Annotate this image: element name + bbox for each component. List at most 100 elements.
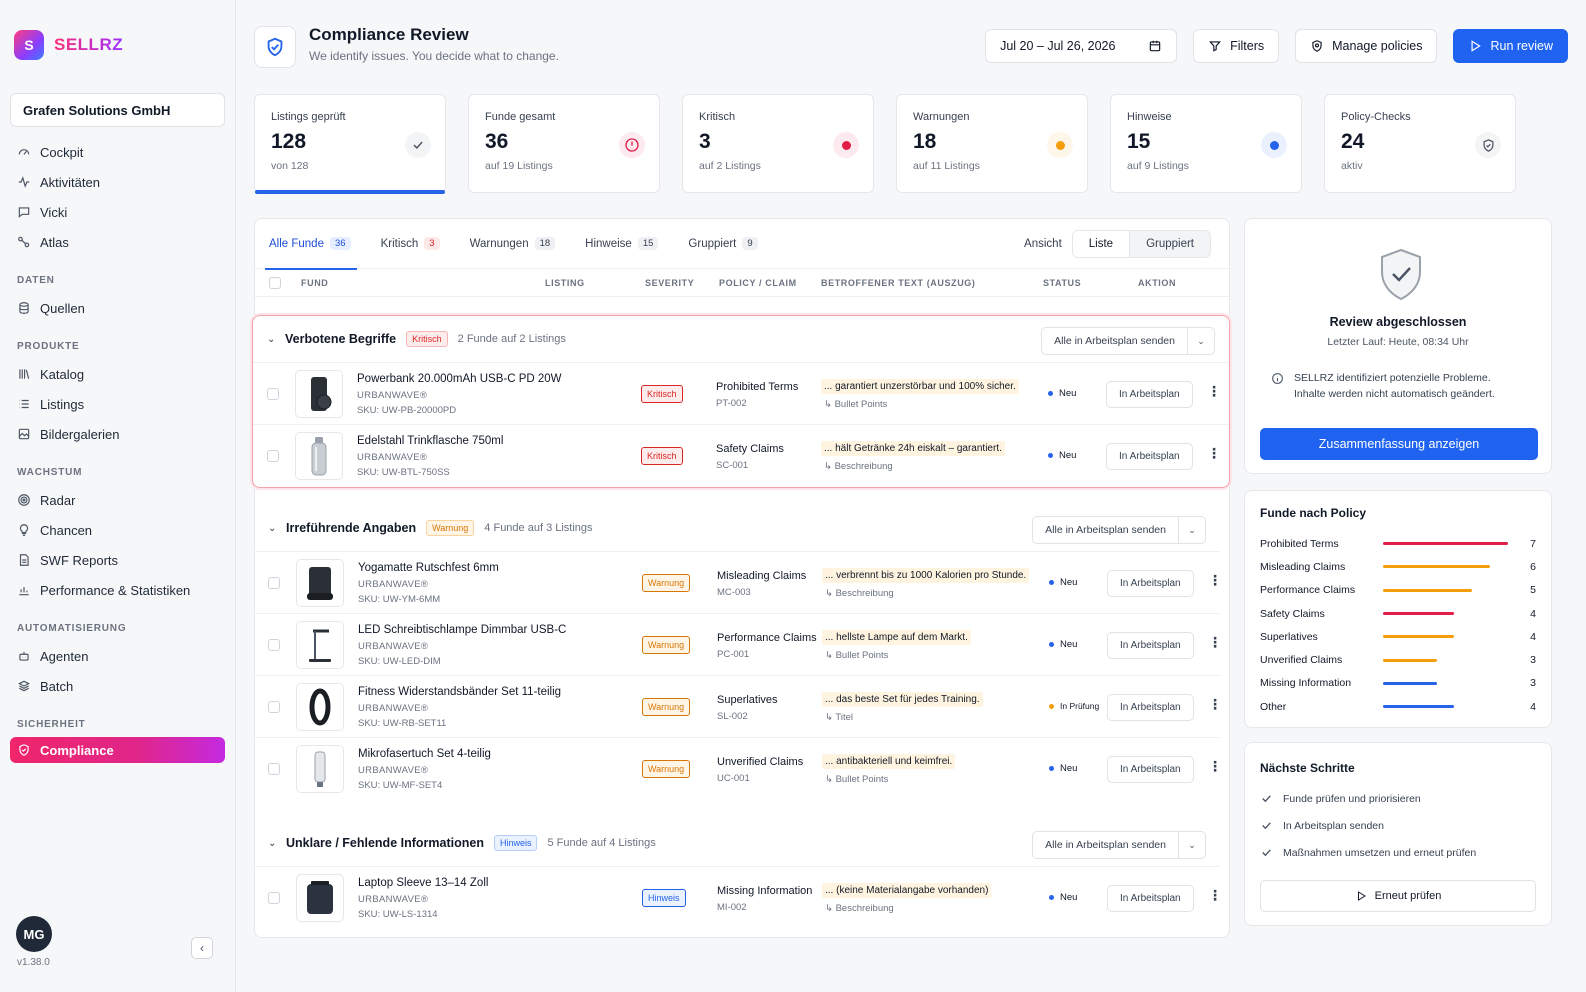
brand[interactable]: S SELLRZ (10, 25, 225, 65)
avatar[interactable]: MG (16, 916, 52, 952)
chevron-down-icon[interactable]: ⌄ (268, 523, 282, 534)
sidebar-item-radar[interactable]: Radar (10, 485, 225, 515)
send-to-plan-button[interactable]: In Arbeitsplan (1107, 694, 1194, 721)
tab-kritisch[interactable]: Kritisch 3 (381, 219, 440, 269)
send-all-to-plan-button[interactable]: Alle in Arbeitsplan senden ⌄ (1041, 327, 1215, 355)
send-to-plan-button[interactable]: In Arbeitsplan (1106, 381, 1193, 408)
review-info-line: SELLRZ identifiziert potenzielle Problem… (1294, 372, 1491, 384)
product-name[interactable]: LED Schreibtischlampe Dimmbar USB-C (358, 624, 566, 636)
product-name[interactable]: Mikrofasertuch Set 4-teilig (358, 748, 491, 760)
tab-alle-funde[interactable]: Alle Funde 36 (265, 219, 357, 270)
show-summary-button[interactable]: Zusammenfassung anzeigen (1260, 428, 1538, 460)
send-to-plan-button[interactable]: In Arbeitsplan (1107, 756, 1194, 783)
row-checkbox[interactable] (268, 701, 280, 713)
sidebar-item-label: Quellen (40, 300, 85, 316)
chevron-down-icon[interactable]: ⌄ (1179, 525, 1205, 536)
kpi-card-kritisch[interactable]: Kritisch 3 auf 2 Listings (682, 94, 874, 193)
sidebar-item-compliance[interactable]: Compliance (10, 737, 225, 763)
product-name[interactable]: Laptop Sleeve 13–14 Zoll (358, 877, 488, 889)
finding-row[interactable]: Powerbank 20.000mAh USB-C PD 20W URBANWAV… (253, 363, 1229, 425)
manage-policies-label: Manage policies (1332, 39, 1423, 53)
policy-bar-row[interactable]: Misleading Claims 6 (1260, 555, 1536, 578)
finding-row[interactable]: Fitness Widerstandsbänder Set 11-teilig U… (254, 676, 1222, 738)
chevron-down-icon[interactable]: ⌄ (1188, 336, 1214, 347)
chevron-down-icon[interactable]: ⌄ (267, 334, 281, 345)
policy-bar-row[interactable]: Missing Information 3 (1260, 672, 1536, 695)
product-name[interactable]: Fitness Widerstandsbänder Set 11-teilig (358, 686, 561, 698)
tab-warnungen[interactable]: Warnungen 18 (470, 219, 556, 269)
sidebar-item-katalog[interactable]: Katalog (10, 359, 225, 389)
row-checkbox[interactable] (267, 388, 279, 400)
row-checkbox[interactable] (268, 892, 280, 904)
main-content: Compliance Review We identify issues. Yo… (236, 0, 1586, 992)
policy-bar-row[interactable]: Other 4 (1260, 695, 1536, 718)
finding-row[interactable]: Edelstahl Trinkflasche 750ml URBANWAVE® SK… (253, 425, 1229, 487)
product-name[interactable]: Edelstahl Trinkflasche 750ml (357, 435, 503, 447)
kpi-card-listings-geprüft[interactable]: Listings geprüft 128 von 128 (254, 94, 446, 194)
send-to-plan-button[interactable]: In Arbeitsplan (1107, 632, 1194, 659)
more-vertical-icon[interactable]: ⋮ (1207, 384, 1221, 398)
view-option-gruppiert[interactable]: Gruppiert (1130, 231, 1210, 257)
view-option-liste[interactable]: Liste (1072, 231, 1131, 257)
policy-bar-row[interactable]: Unverified Claims 3 (1260, 648, 1536, 671)
rerun-review-button[interactable]: Erneut prüfen (1260, 880, 1536, 912)
org-switcher[interactable]: Grafen Solutions GmbH (10, 93, 225, 127)
more-vertical-icon[interactable]: ⋮ (1208, 759, 1222, 773)
row-checkbox[interactable] (268, 639, 280, 651)
tab-hinweise[interactable]: Hinweise 15 (585, 219, 659, 269)
tab-gruppiert[interactable]: Gruppiert 9 (688, 219, 758, 269)
policy-bar-row[interactable]: Performance Claims 5 (1260, 579, 1536, 602)
send-to-plan-button[interactable]: In Arbeitsplan (1107, 570, 1194, 597)
row-checkbox[interactable] (268, 577, 280, 589)
manage-policies-button[interactable]: Manage policies (1295, 29, 1438, 63)
sidebar-item-performance-statistiken[interactable]: Performance & Statistiken (10, 575, 225, 605)
sidebar-item-atlas[interactable]: Atlas (10, 227, 225, 257)
row-checkbox[interactable] (267, 450, 279, 462)
more-vertical-icon[interactable]: ⋮ (1208, 573, 1222, 587)
sidebar-item-agenten[interactable]: Agenten (10, 641, 225, 671)
group-header[interactable]: ⌄ Unklare / Fehlende Informationen Hinweis… (254, 820, 1220, 867)
more-vertical-icon[interactable]: ⋮ (1208, 888, 1222, 902)
send-to-plan-button[interactable]: In Arbeitsplan (1106, 443, 1193, 470)
sidebar-item-bildergalerien[interactable]: Bildergalerien (10, 419, 225, 449)
collapse-sidebar-button[interactable]: ‹ (191, 937, 213, 959)
kpi-card-funde-gesamt[interactable]: Funde gesamt 36 auf 19 Listings (468, 94, 660, 193)
finding-row[interactable]: LED Schreibtischlampe Dimmbar USB-C URBAN… (254, 614, 1222, 676)
send-to-plan-button[interactable]: In Arbeitsplan (1107, 885, 1194, 912)
policy-bar-row[interactable]: Safety Claims 4 (1260, 602, 1536, 625)
chevron-down-icon[interactable]: ⌄ (268, 838, 282, 849)
more-vertical-icon[interactable]: ⋮ (1208, 697, 1222, 711)
sidebar-item-chancen[interactable]: Chancen (10, 515, 225, 545)
sidebar-item-quellen[interactable]: Quellen (10, 293, 225, 323)
finding-row[interactable]: Laptop Sleeve 13–14 Zoll URBANWAVE® SKU: U… (254, 867, 1222, 929)
run-review-button[interactable]: Run review (1453, 29, 1568, 63)
filters-button[interactable]: Filters (1193, 29, 1280, 63)
group-header[interactable]: ⌄ Irreführende Angaben Warnung 4 Funde auf … (254, 505, 1220, 552)
policy-bar-row[interactable]: Prohibited Terms 7 (1260, 532, 1536, 555)
send-all-to-plan-button[interactable]: Alle in Arbeitsplan senden ⌄ (1032, 516, 1206, 544)
kpi-card-hinweise[interactable]: Hinweise 15 auf 9 Listings (1110, 94, 1302, 193)
product-name[interactable]: Powerbank 20.000mAh USB-C PD 20W (357, 373, 562, 385)
policy-bar-row[interactable]: Superlatives 4 (1260, 625, 1536, 648)
send-all-to-plan-button[interactable]: Alle in Arbeitsplan senden ⌄ (1032, 831, 1206, 859)
finding-row[interactable]: Mikrofasertuch Set 4-teilig URBANWAVE® SKU… (254, 738, 1222, 800)
sidebar-item-swf-reports[interactable]: SWF Reports (10, 545, 225, 575)
kpi-card-warnungen[interactable]: Warnungen 18 auf 11 Listings (896, 94, 1088, 193)
date-range-picker[interactable]: Jul 20 – Jul 26, 2026 (985, 29, 1178, 63)
sidebar-item-cockpit[interactable]: Cockpit (10, 137, 225, 167)
kpi-card-policy-checks[interactable]: Policy-Checks 24 aktiv (1324, 94, 1516, 193)
sidebar-item-vicki[interactable]: Vicki (10, 197, 225, 227)
sidebar-item-listings[interactable]: Listings (10, 389, 225, 419)
select-all-checkbox[interactable] (269, 277, 281, 289)
more-vertical-icon[interactable]: ⋮ (1208, 635, 1222, 649)
sidebar-item-aktivitäten[interactable]: Aktivitäten (10, 167, 225, 197)
sidebar-item-batch[interactable]: Batch (10, 671, 225, 701)
row-checkbox[interactable] (268, 763, 280, 775)
group-header[interactable]: ⌄ Verbotene Begriffe Kritisch 2 Funde auf 2… (253, 316, 1229, 363)
finding-row[interactable]: Yogamatte Rutschfest 6mm URBANWAVE® SKU: U… (254, 552, 1222, 614)
more-vertical-icon[interactable]: ⋮ (1207, 446, 1221, 460)
review-info-line: Inhalte werden nicht automatisch geänder… (1294, 388, 1495, 400)
chevron-down-icon[interactable]: ⌄ (1179, 840, 1205, 851)
product-name[interactable]: Yogamatte Rutschfest 6mm (358, 562, 499, 574)
status-badge: Neu (1049, 763, 1077, 774)
